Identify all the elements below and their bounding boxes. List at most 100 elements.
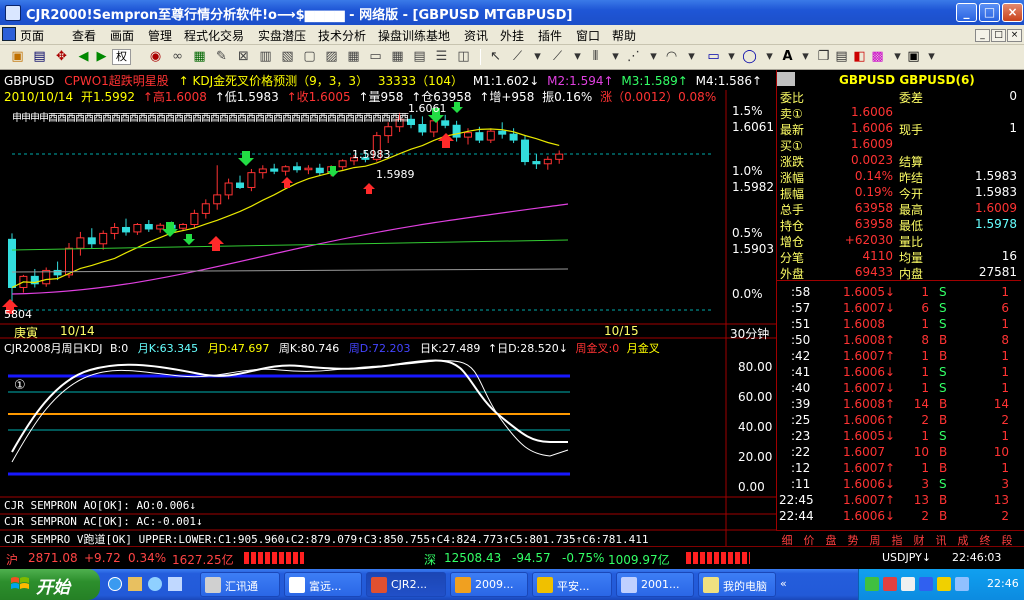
pan-left-icon[interactable]: ◀ — [74, 48, 93, 66]
dropdown-arrow-icon[interactable]: ▾ — [682, 48, 701, 66]
dropdown-arrow-icon[interactable]: ▾ — [528, 48, 547, 66]
task-button[interactable]: 汇讯通 — [200, 572, 280, 597]
menu-live-pressure[interactable]: 实盘潜压 — [258, 27, 306, 44]
tray-icon[interactable] — [919, 577, 933, 591]
menu-view[interactable]: 查看 — [72, 27, 96, 44]
calendar-icon[interactable]: ▦ — [388, 48, 407, 66]
tray-icon[interactable] — [865, 577, 879, 591]
ma-m1: M1:1.602↓ — [472, 74, 540, 88]
tile-icon[interactable]: ▦ — [344, 48, 363, 66]
text-tool-icon[interactable]: A — [778, 48, 797, 66]
desktop-icon[interactable] — [168, 577, 182, 591]
chart-area[interactable]: GBPUSD CPWO1超跌明星股 ↑ KDJ金死叉价格预测（9，3，3） 33… — [0, 70, 776, 546]
edit-icon[interactable]: ✎ — [212, 48, 231, 66]
menu-plugin-ext[interactable]: 外挂 — [500, 27, 524, 44]
line-tool-icon[interactable]: ⟋ — [508, 48, 527, 66]
grid-icon[interactable]: ▦ — [190, 48, 209, 66]
vertical-lines-icon[interactable]: ⦀ — [586, 48, 605, 66]
pan-right-icon[interactable]: ▶ — [92, 48, 111, 66]
task-button[interactable]: 富远... — [284, 572, 362, 597]
menu-technical-analysis[interactable]: 技术分析 — [318, 27, 366, 44]
fan-tool-icon[interactable]: ⋰ — [624, 48, 643, 66]
media-icon[interactable] — [148, 577, 162, 591]
dropdown-arrow-icon[interactable]: ▾ — [722, 48, 741, 66]
copy-icon[interactable]: ❐ — [814, 48, 833, 66]
quote-tab[interactable]: 财 — [910, 532, 928, 547]
close-button[interactable]: × — [1002, 3, 1023, 22]
eraser-icon[interactable]: ◧ — [850, 48, 869, 66]
quote-tab[interactable]: 指 — [888, 532, 906, 547]
quote-tab[interactable]: 成 — [954, 532, 972, 547]
task-button[interactable]: 平安... — [532, 572, 612, 597]
ie-icon[interactable] — [108, 577, 122, 591]
rectangle-tool-icon[interactable]: ▭ — [704, 48, 723, 66]
list-icon[interactable]: ☰ — [432, 48, 451, 66]
minimize-button[interactable]: _ — [956, 3, 977, 22]
cursor-icon[interactable]: ↖ — [486, 48, 505, 66]
quote-tab[interactable]: 势 — [844, 532, 862, 547]
mdi-close-button[interactable]: × — [1007, 29, 1022, 42]
menu-news[interactable]: 资讯 — [464, 27, 488, 44]
quote-tab[interactable]: 周 — [866, 532, 884, 547]
document-icon[interactable] — [2, 27, 16, 41]
quote-tab[interactable]: 终 — [976, 532, 994, 547]
quote-tab[interactable]: 盘 — [822, 532, 840, 547]
folder-quicklaunch-icon[interactable] — [128, 577, 142, 591]
mdi-minimize-button[interactable]: _ — [975, 29, 990, 42]
tray-icon[interactable] — [883, 577, 897, 591]
chart-view-icon[interactable]: ◫ — [454, 48, 473, 66]
dropdown-arrow-icon[interactable]: ▾ — [568, 48, 587, 66]
maximize-button[interactable]: □ — [979, 3, 1000, 22]
period-selector[interactable]: 30分钟 — [730, 325, 769, 342]
menu-program-trading[interactable]: 程式化交易 — [184, 27, 244, 44]
dropdown-arrow-icon[interactable]: ▾ — [796, 48, 815, 66]
dropdown-arrow-icon[interactable]: ▾ — [760, 48, 779, 66]
delete-icon[interactable]: ⊠ — [234, 48, 253, 66]
task-button[interactable]: 我的电脑 — [698, 572, 776, 597]
window-icon[interactable]: ▢ — [300, 48, 319, 66]
mdi-restore-button[interactable]: □ — [991, 29, 1006, 42]
dropdown-arrow-icon[interactable]: ▾ — [606, 48, 625, 66]
glasses-icon[interactable]: ∞ — [168, 48, 187, 66]
move-icon[interactable]: ✥ — [52, 48, 71, 66]
ray-tool-icon[interactable]: ⟋ — [548, 48, 567, 66]
menu-window[interactable]: 窗口 — [576, 27, 600, 44]
ellipse-tool-icon[interactable]: ◯ — [740, 48, 759, 66]
task-button[interactable]: 2009... — [450, 572, 528, 597]
candlestick-chart[interactable] — [0, 70, 776, 546]
layout-icon[interactable]: ▥ — [256, 48, 275, 66]
table-icon[interactable]: ▤ — [410, 48, 429, 66]
volume-icon[interactable] — [955, 577, 969, 591]
quote-tab[interactable]: 段 — [998, 532, 1016, 547]
screen-icon[interactable]: ▭ — [366, 48, 385, 66]
record-icon[interactable]: ◉ — [146, 48, 165, 66]
task-button[interactable]: 2001... — [616, 572, 694, 597]
panel-icon[interactable] — [777, 72, 795, 86]
dropdown-arrow-icon[interactable]: ▾ — [644, 48, 663, 66]
usdjpy-ticker[interactable]: USDJPY↓ — [882, 551, 931, 564]
quote-tab[interactable]: 细 — [778, 532, 796, 547]
menu-screen[interactable]: 画面 — [110, 27, 134, 44]
quote-tab[interactable]: 价 — [800, 532, 818, 547]
menu-training-base[interactable]: 操盘训练基地 — [378, 27, 450, 44]
menu-help[interactable]: 帮助 — [612, 27, 636, 44]
save-icon[interactable]: ▣ — [904, 48, 923, 66]
tray-icon[interactable] — [937, 577, 951, 591]
dropdown-arrow-icon[interactable]: ▾ — [922, 48, 941, 66]
tray-icon[interactable] — [901, 577, 915, 591]
task-button[interactable]: CJR2... — [366, 572, 446, 597]
start-button[interactable]: 开始 — [0, 569, 100, 600]
multi-chart-icon[interactable]: ▧ — [278, 48, 297, 66]
color-picker-icon[interactable]: ▩ — [868, 48, 887, 66]
bsi-icon[interactable]: ▤ — [30, 48, 49, 66]
arc-tool-icon[interactable]: ◠ — [662, 48, 681, 66]
paste-icon[interactable]: ▤ — [832, 48, 851, 66]
menu-manage[interactable]: 管理 — [148, 27, 172, 44]
menu-plugins[interactable]: 插件 — [538, 27, 562, 44]
quote-tab[interactable]: 讯 — [932, 532, 950, 547]
taskbar-expand-icon[interactable]: « — [780, 577, 794, 591]
quan-dropdown[interactable]: 权 — [112, 49, 131, 65]
folder-icon[interactable]: ▣ — [8, 48, 27, 66]
menu-page[interactable]: 页面 — [20, 27, 44, 44]
split-icon[interactable]: ▨ — [322, 48, 341, 66]
